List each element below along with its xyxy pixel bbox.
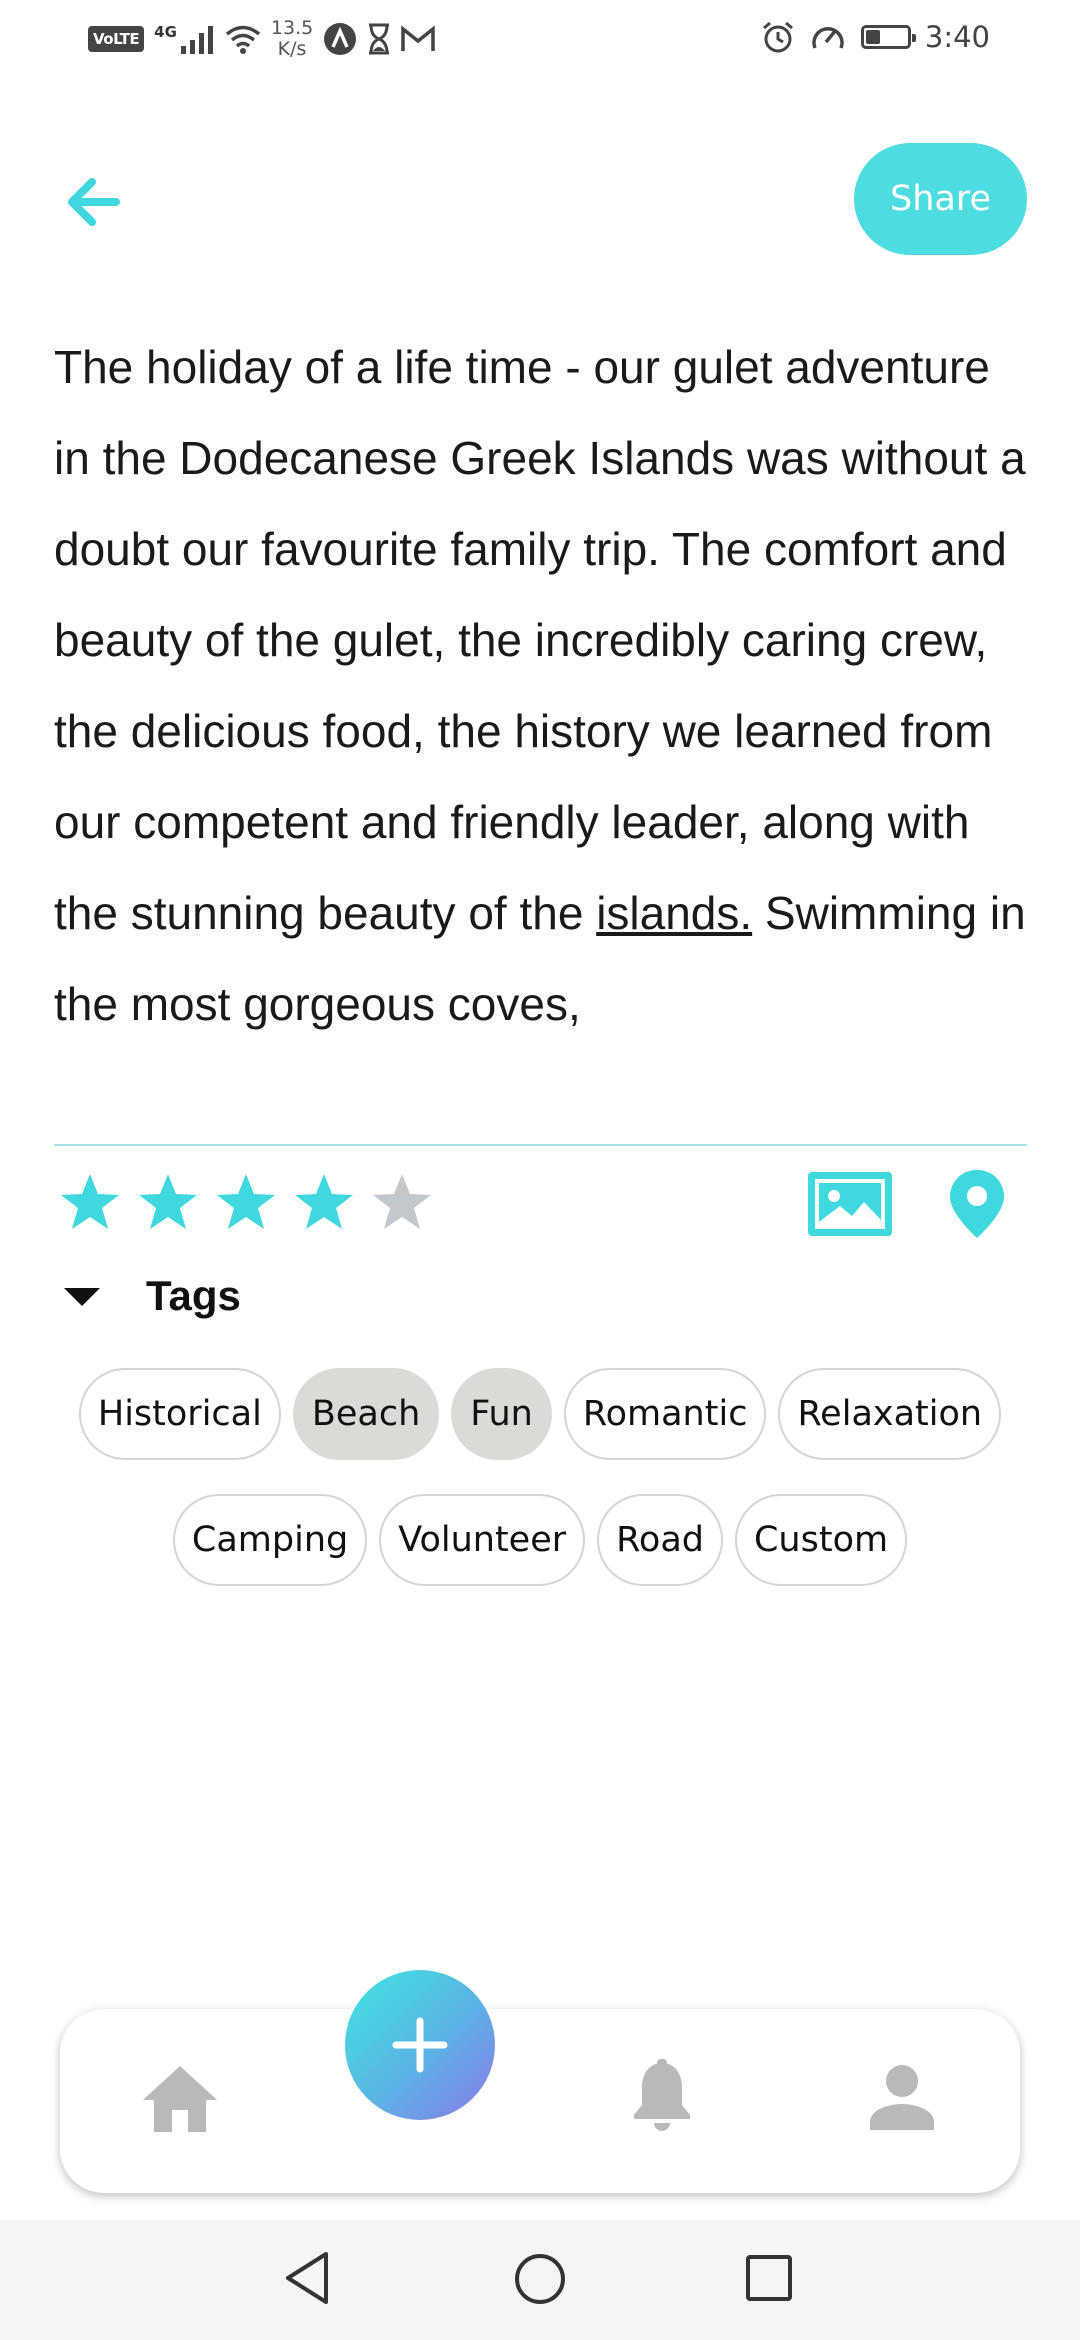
tag-chip[interactable]: Fun <box>451 1368 552 1460</box>
share-button[interactable]: Share <box>854 143 1027 255</box>
star-empty-icon[interactable] <box>370 1170 434 1234</box>
system-home-button[interactable] <box>513 2252 567 2310</box>
star-filled-icon[interactable] <box>136 1170 200 1234</box>
circle-home-icon <box>515 2254 565 2304</box>
star-filled-icon[interactable] <box>292 1170 356 1234</box>
square-recents-icon <box>746 2255 792 2301</box>
nav-home-button[interactable] <box>141 2064 219 2138</box>
person-icon <box>870 2065 934 2130</box>
status-right: 3:40 <box>761 20 990 54</box>
add-button[interactable] <box>345 1970 495 2120</box>
bottom-navigation <box>60 2009 1020 2193</box>
speed-unit: K/s <box>277 38 307 60</box>
wifi-icon <box>225 25 261 54</box>
tag-chip[interactable]: Beach <box>292 1368 440 1460</box>
text-divider <box>54 1144 1027 1146</box>
tag-chip[interactable]: Road <box>597 1494 723 1586</box>
review-text[interactable]: The holiday of a life time - our gulet a… <box>54 322 1029 1127</box>
system-recents-button[interactable] <box>745 2254 793 2306</box>
gmail-icon <box>401 25 435 51</box>
tag-chip[interactable]: Camping <box>172 1494 368 1586</box>
tag-chip[interactable]: Volunteer <box>379 1494 586 1586</box>
tags-title: Tags <box>146 1272 241 1319</box>
network-speed: 13.5 K/s <box>271 18 313 60</box>
signal-icon <box>180 26 213 54</box>
status-bar: VoLTE 4G 13.5 K/s 3:40 <box>0 0 1080 80</box>
islands-link[interactable]: islands. <box>596 887 752 939</box>
tag-chip[interactable]: Historical <box>78 1368 281 1460</box>
system-navigation-bar <box>0 2220 1080 2340</box>
add-icon <box>392 2017 448 2073</box>
tag-chip[interactable]: Romantic <box>563 1368 767 1460</box>
back-button[interactable] <box>54 162 134 242</box>
nav-profile-button[interactable] <box>868 2064 936 2134</box>
caret-down-icon <box>64 1288 100 1306</box>
volte-badge: VoLTE <box>88 26 145 52</box>
triangle-back-icon <box>286 2252 328 2304</box>
battery-icon <box>860 25 916 49</box>
system-back-button[interactable] <box>282 2250 332 2310</box>
nav-notifications-button[interactable] <box>630 2059 694 2137</box>
clock: 3:40 <box>924 20 990 54</box>
bell-icon <box>634 2059 690 2131</box>
star-filled-icon[interactable] <box>58 1170 122 1234</box>
data-saver-icon <box>812 27 844 49</box>
network-type: 4G <box>154 23 177 41</box>
star-rating[interactable] <box>58 1170 434 1234</box>
battery-fill <box>865 30 880 44</box>
tags-toggle[interactable]: Tags <box>62 1272 241 1320</box>
notification-a-icon <box>324 23 357 55</box>
tag-row-2: Camping Volunteer Road Custom <box>0 1494 1080 1586</box>
star-filled-icon[interactable] <box>214 1170 278 1234</box>
review-text-start: The holiday of a life time - our gulet a… <box>54 341 1026 939</box>
tag-row-1: Historical Beach Fun Romantic Relaxation <box>0 1368 1080 1460</box>
arrow-left-icon <box>68 178 120 226</box>
add-photo-button[interactable] <box>808 1172 892 1240</box>
tag-chip[interactable]: Relaxation <box>778 1368 1002 1460</box>
alarm-icon <box>762 21 793 53</box>
tag-chip[interactable]: Custom <box>734 1494 908 1586</box>
status-left: VoLTE 4G 13.5 K/s <box>88 18 435 60</box>
location-pin-icon <box>950 1170 1004 1238</box>
add-location-button[interactable] <box>948 1168 1006 1244</box>
hourglass-icon <box>369 23 390 55</box>
speed-value: 13.5 <box>270 17 314 39</box>
home-icon <box>143 2066 217 2132</box>
image-icon <box>808 1172 892 1236</box>
